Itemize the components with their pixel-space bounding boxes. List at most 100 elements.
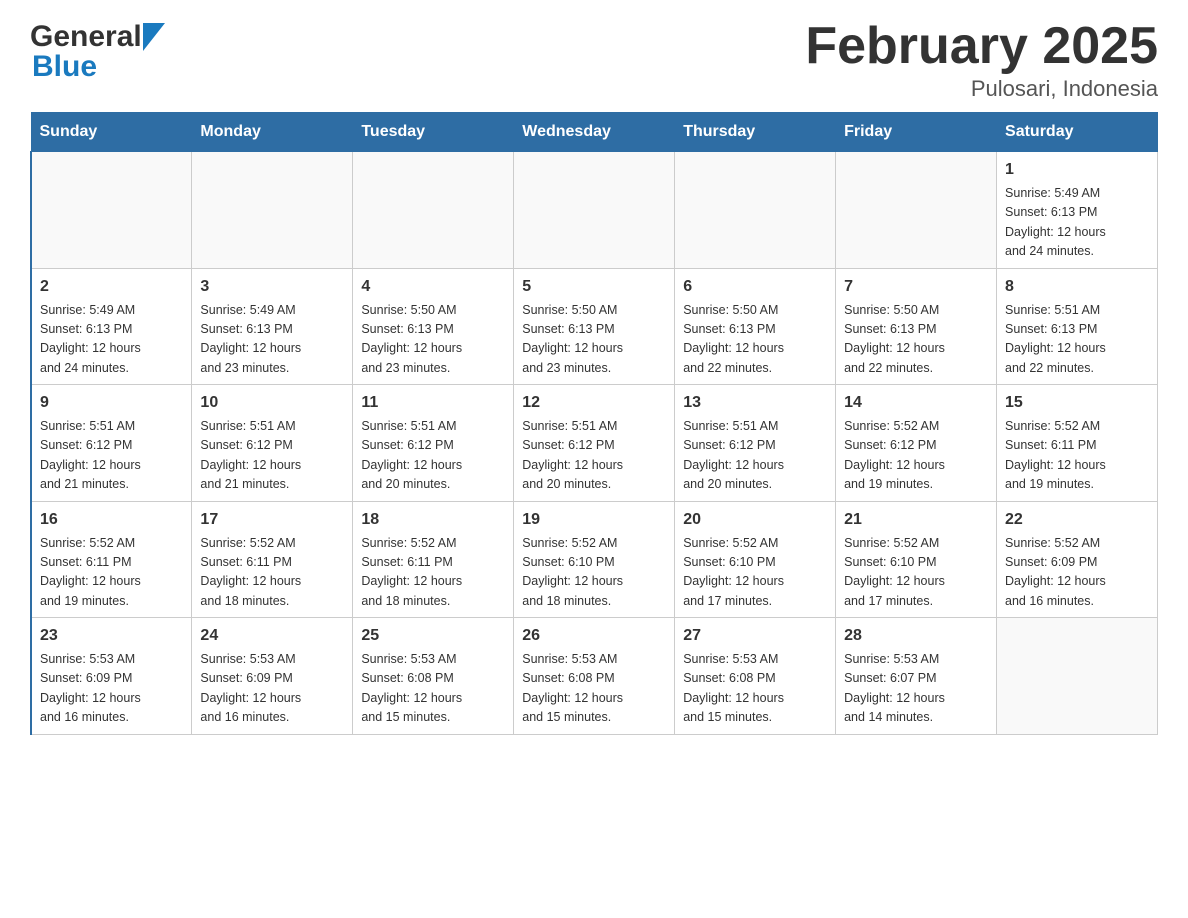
day-info: Sunrise: 5:52 AM Sunset: 6:10 PM Dayligh… [844, 534, 988, 612]
table-row: 10Sunrise: 5:51 AM Sunset: 6:12 PM Dayli… [192, 385, 353, 502]
location-subtitle: Pulosari, Indonesia [805, 76, 1158, 102]
table-row: 3Sunrise: 5:49 AM Sunset: 6:13 PM Daylig… [192, 268, 353, 385]
table-row: 6Sunrise: 5:50 AM Sunset: 6:13 PM Daylig… [675, 268, 836, 385]
col-friday: Friday [836, 113, 997, 152]
day-info: Sunrise: 5:52 AM Sunset: 6:11 PM Dayligh… [40, 534, 183, 612]
day-number: 11 [361, 391, 505, 415]
col-wednesday: Wednesday [514, 113, 675, 152]
day-info: Sunrise: 5:52 AM Sunset: 6:10 PM Dayligh… [683, 534, 827, 612]
day-number: 12 [522, 391, 666, 415]
day-info: Sunrise: 5:49 AM Sunset: 6:13 PM Dayligh… [40, 301, 183, 379]
table-row: 16Sunrise: 5:52 AM Sunset: 6:11 PM Dayli… [31, 501, 192, 618]
day-info: Sunrise: 5:53 AM Sunset: 6:09 PM Dayligh… [200, 650, 344, 728]
table-row [836, 152, 997, 269]
page-header: General Blue February 2025 Pulosari, Ind… [30, 20, 1158, 102]
calendar-week-row: 9 Sunrise: 5:51 AM Sunset: 6:12 PM Daylig… [31, 385, 1158, 502]
calendar-header-row: Sunday Monday Tuesday Wednesday Thursday… [31, 113, 1158, 152]
table-row [192, 152, 353, 269]
calendar-week-row: 1Sunrise: 5:49 AM Sunset: 6:13 PM Daylig… [31, 152, 1158, 269]
day-info: Sunrise: 5:51 AM Sunset: 6:13 PM Dayligh… [1005, 301, 1149, 379]
day-number: 21 [844, 508, 988, 532]
table-row: 1Sunrise: 5:49 AM Sunset: 6:13 PM Daylig… [997, 152, 1158, 269]
day-number: 26 [522, 624, 666, 648]
day-number: 24 [200, 624, 344, 648]
logo-arrow-icon [143, 23, 165, 51]
day-number: 22 [1005, 508, 1149, 532]
day-info: Sunrise: 5:52 AM Sunset: 6:11 PM Dayligh… [200, 534, 344, 612]
day-info: Sunrise: 5:52 AM Sunset: 6:10 PM Dayligh… [522, 534, 666, 612]
day-number: 10 [200, 391, 344, 415]
table-row: 5Sunrise: 5:50 AM Sunset: 6:13 PM Daylig… [514, 268, 675, 385]
day-info: Sunrise: 5:53 AM Sunset: 6:08 PM Dayligh… [522, 650, 666, 728]
logo-general-text: General [30, 20, 142, 54]
col-monday: Monday [192, 113, 353, 152]
day-number: 14 [844, 391, 988, 415]
day-number: 19 [522, 508, 666, 532]
day-info: Sunrise: 5:53 AM Sunset: 6:08 PM Dayligh… [361, 650, 505, 728]
table-row: 11Sunrise: 5:51 AM Sunset: 6:12 PM Dayli… [353, 385, 514, 502]
table-row [675, 152, 836, 269]
table-row [31, 152, 192, 269]
day-info: Sunrise: 5:52 AM Sunset: 6:11 PM Dayligh… [1005, 417, 1149, 495]
table-row [514, 152, 675, 269]
day-number: 7 [844, 275, 988, 299]
day-number: 4 [361, 275, 505, 299]
table-row: 28Sunrise: 5:53 AM Sunset: 6:07 PM Dayli… [836, 618, 997, 735]
table-row: 22Sunrise: 5:52 AM Sunset: 6:09 PM Dayli… [997, 501, 1158, 618]
table-row: 12Sunrise: 5:51 AM Sunset: 6:12 PM Dayli… [514, 385, 675, 502]
table-row: 24Sunrise: 5:53 AM Sunset: 6:09 PM Dayli… [192, 618, 353, 735]
table-row: 7Sunrise: 5:50 AM Sunset: 6:13 PM Daylig… [836, 268, 997, 385]
day-number: 27 [683, 624, 827, 648]
calendar-table: Sunday Monday Tuesday Wednesday Thursday… [30, 112, 1158, 735]
logo-blue-text: Blue [32, 50, 97, 84]
title-section: February 2025 Pulosari, Indonesia [805, 20, 1158, 102]
day-number: 5 [522, 275, 666, 299]
table-row: 18Sunrise: 5:52 AM Sunset: 6:11 PM Dayli… [353, 501, 514, 618]
logo: General Blue [30, 20, 165, 84]
calendar-week-row: 23Sunrise: 5:53 AM Sunset: 6:09 PM Dayli… [31, 618, 1158, 735]
day-number: 3 [200, 275, 344, 299]
table-row: 20Sunrise: 5:52 AM Sunset: 6:10 PM Dayli… [675, 501, 836, 618]
day-info: Sunrise: 5:50 AM Sunset: 6:13 PM Dayligh… [522, 301, 666, 379]
table-row [353, 152, 514, 269]
day-number: 18 [361, 508, 505, 532]
col-saturday: Saturday [997, 113, 1158, 152]
table-row: 27Sunrise: 5:53 AM Sunset: 6:08 PM Dayli… [675, 618, 836, 735]
table-row: 23Sunrise: 5:53 AM Sunset: 6:09 PM Dayli… [31, 618, 192, 735]
table-row: 13Sunrise: 5:51 AM Sunset: 6:12 PM Dayli… [675, 385, 836, 502]
day-number: 17 [200, 508, 344, 532]
table-row: 17Sunrise: 5:52 AM Sunset: 6:11 PM Dayli… [192, 501, 353, 618]
day-info: Sunrise: 5:50 AM Sunset: 6:13 PM Dayligh… [683, 301, 827, 379]
day-number: 8 [1005, 275, 1149, 299]
day-number: 13 [683, 391, 827, 415]
day-info: Sunrise: 5:53 AM Sunset: 6:07 PM Dayligh… [844, 650, 988, 728]
day-number: 25 [361, 624, 505, 648]
day-info: Sunrise: 5:53 AM Sunset: 6:09 PM Dayligh… [40, 650, 183, 728]
day-number: 23 [40, 624, 183, 648]
day-info: Sunrise: 5:51 AM Sunset: 6:12 PM Dayligh… [200, 417, 344, 495]
table-row: 9Sunrise: 5:51 AM Sunset: 6:12 PM Daylig… [31, 385, 192, 502]
day-info: Sunrise: 5:51 AM Sunset: 6:12 PM Dayligh… [361, 417, 505, 495]
day-number: 16 [40, 508, 183, 532]
table-row: 2Sunrise: 5:49 AM Sunset: 6:13 PM Daylig… [31, 268, 192, 385]
table-row: 8Sunrise: 5:51 AM Sunset: 6:13 PM Daylig… [997, 268, 1158, 385]
col-tuesday: Tuesday [353, 113, 514, 152]
day-info: Sunrise: 5:53 AM Sunset: 6:08 PM Dayligh… [683, 650, 827, 728]
table-row [997, 618, 1158, 735]
day-number: 9 [40, 391, 183, 415]
month-year-title: February 2025 [805, 20, 1158, 72]
calendar-week-row: 16Sunrise: 5:52 AM Sunset: 6:11 PM Dayli… [31, 501, 1158, 618]
table-row: 26Sunrise: 5:53 AM Sunset: 6:08 PM Dayli… [514, 618, 675, 735]
day-number: 1 [1005, 158, 1149, 182]
day-number: 28 [844, 624, 988, 648]
day-number: 20 [683, 508, 827, 532]
day-info: Sunrise: 5:50 AM Sunset: 6:13 PM Dayligh… [844, 301, 988, 379]
calendar-week-row: 2Sunrise: 5:49 AM Sunset: 6:13 PM Daylig… [31, 268, 1158, 385]
day-number: 15 [1005, 391, 1149, 415]
day-info: Sunrise: 5:51 AM Sunset: 6:12 PM Dayligh… [683, 417, 827, 495]
day-number: 6 [683, 275, 827, 299]
table-row: 19Sunrise: 5:52 AM Sunset: 6:10 PM Dayli… [514, 501, 675, 618]
col-sunday: Sunday [31, 113, 192, 152]
table-row: 4Sunrise: 5:50 AM Sunset: 6:13 PM Daylig… [353, 268, 514, 385]
table-row: 21Sunrise: 5:52 AM Sunset: 6:10 PM Dayli… [836, 501, 997, 618]
